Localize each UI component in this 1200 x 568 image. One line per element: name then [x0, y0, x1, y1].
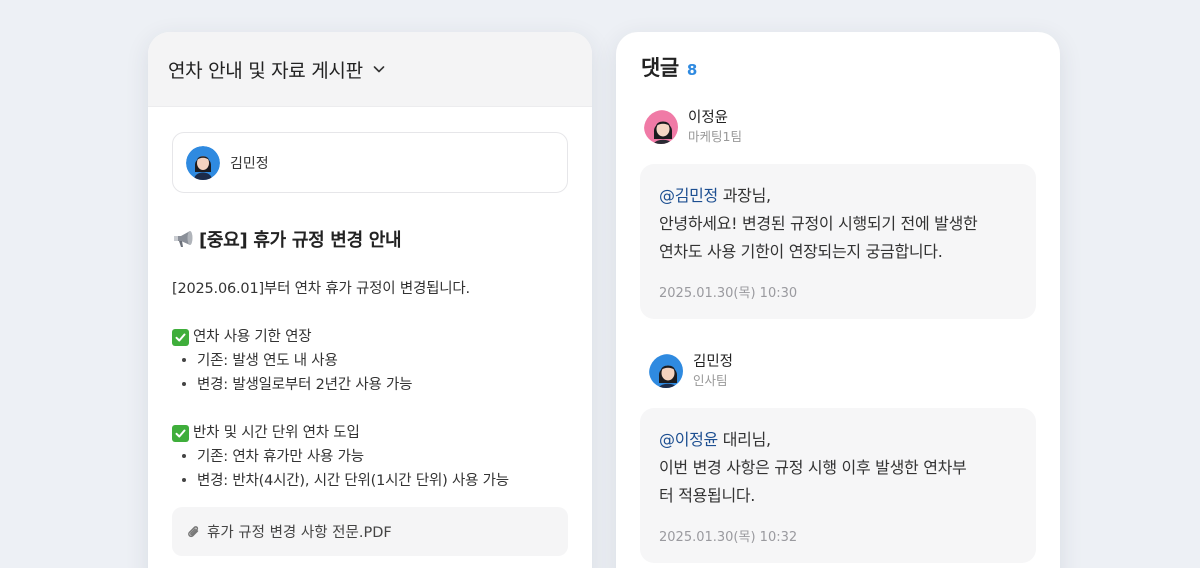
post-body: [2025.06.01]부터 연차 휴가 규정이 변경됩니다. 연차 사용 기한…: [172, 277, 572, 493]
comment-author[interactable]: 이정윤 마케팅1팀: [644, 108, 742, 146]
comment-author-meta: 김민정 인사팀: [693, 352, 733, 390]
section-heading: 연차 사용 기한 연장: [172, 325, 572, 349]
comment-text-line: 이번 변경 사항은 규정 시행 이후 발생한 연차부: [659, 458, 967, 477]
board-card: 연차 안내 및 자료 게시판 김민정 [중요] 휴가 규정 변경 안내 [202…: [148, 32, 592, 568]
comment-author-team: 마케팅1팀: [688, 129, 742, 144]
section-heading-text: 연차 사용 기한 연장: [193, 329, 312, 345]
board-title: 연차 안내 및 자료 게시판: [168, 59, 363, 82]
mention-link[interactable]: @김민정: [659, 186, 718, 205]
list-item-text: 변경: 발생일로부터 2년간 사용 가능: [197, 377, 413, 393]
comment-author[interactable]: 김민정 인사팀: [649, 352, 733, 390]
avatar: [644, 110, 678, 144]
section-heading: 반차 및 시간 단위 연차 도입: [172, 421, 572, 445]
comment-count-badge: 8: [686, 61, 698, 79]
paperclip-icon: [186, 524, 202, 540]
comment-text-line: 터 적용됩니다.: [659, 486, 756, 505]
check-box-icon: [172, 425, 189, 442]
comments-title: 댓글: [641, 56, 679, 80]
post-title: [중요] 휴가 규정 변경 안내: [172, 226, 402, 252]
attachment-name: 휴가 규정 변경 사항 전문.PDF: [207, 525, 392, 541]
comment-text-line: @김민정 과장님,: [659, 182, 1017, 210]
post-title-text: [중요] 휴가 규정 변경 안내: [199, 230, 402, 251]
mention-link[interactable]: @이정윤: [659, 430, 718, 449]
megaphone-icon: [172, 229, 196, 249]
section-heading-text: 반차 및 시간 단위 연차 도입: [193, 425, 360, 441]
comment-author-team: 인사팀: [693, 373, 728, 388]
comment-author-meta: 이정윤 마케팅1팀: [688, 108, 742, 146]
author-name: 김민정: [230, 155, 269, 172]
list-item-text: 기존: 연차 휴가만 사용 가능: [197, 449, 364, 465]
comment-author-name: 이정윤: [688, 110, 729, 126]
stage: 연차 안내 및 자료 게시판 김민정 [중요] 휴가 규정 변경 안내 [202…: [0, 0, 1200, 568]
chevron-down-icon[interactable]: [372, 62, 386, 76]
comment-text: 대리님,: [717, 430, 771, 449]
comments-card: 댓글 8 이정윤 마케팅1팀 @김민정 과장님, 안녕하세요! 변경된 규정이 …: [616, 32, 1060, 568]
list-item: 기존: 연차 휴가만 사용 가능: [172, 445, 572, 469]
comment-timestamp: 2025.01.30(목) 10:32: [659, 530, 798, 545]
attachment-link[interactable]: 휴가 규정 변경 사항 전문.PDF: [172, 507, 568, 556]
comment-text: 과장님,: [717, 186, 771, 205]
board-header[interactable]: 연차 안내 및 자료 게시판: [148, 32, 592, 107]
comment-bubble: @이정윤 대리님, 이번 변경 사항은 규정 시행 이후 발생한 연차부 터 적…: [640, 408, 1036, 563]
list-item: 기존: 발생 연도 내 사용: [172, 349, 572, 373]
post-author[interactable]: 김민정: [172, 132, 568, 193]
comment-timestamp: 2025.01.30(목) 10:30: [659, 286, 798, 301]
comment-bubble: @김민정 과장님, 안녕하세요! 변경된 규정이 시행되기 전에 발생한 연차도…: [640, 164, 1036, 319]
comment-text-line: 연차도 사용 기한이 연장되는지 궁금합니다.: [659, 242, 943, 261]
comments-header: 댓글 8: [641, 52, 697, 82]
list-item: 변경: 발생일로부터 2년간 사용 가능: [172, 373, 572, 397]
check-box-icon: [172, 329, 189, 346]
comment-author-name: 김민정: [693, 354, 734, 370]
list-item-text: 기존: 발생 연도 내 사용: [197, 353, 338, 369]
avatar: [186, 145, 220, 180]
list-item: 변경: 반차(4시간), 시간 단위(1시간 단위) 사용 가능: [172, 469, 572, 493]
post-intro: [2025.06.01]부터 연차 휴가 규정이 변경됩니다.: [172, 281, 470, 297]
list-item-text: 변경: 반차(4시간), 시간 단위(1시간 단위) 사용 가능: [197, 473, 509, 489]
comment-text-line: 안녕하세요! 변경된 규정이 시행되기 전에 발생한: [659, 214, 978, 233]
avatar: [649, 354, 683, 388]
comment-text-line: @이정윤 대리님,: [659, 426, 1017, 454]
